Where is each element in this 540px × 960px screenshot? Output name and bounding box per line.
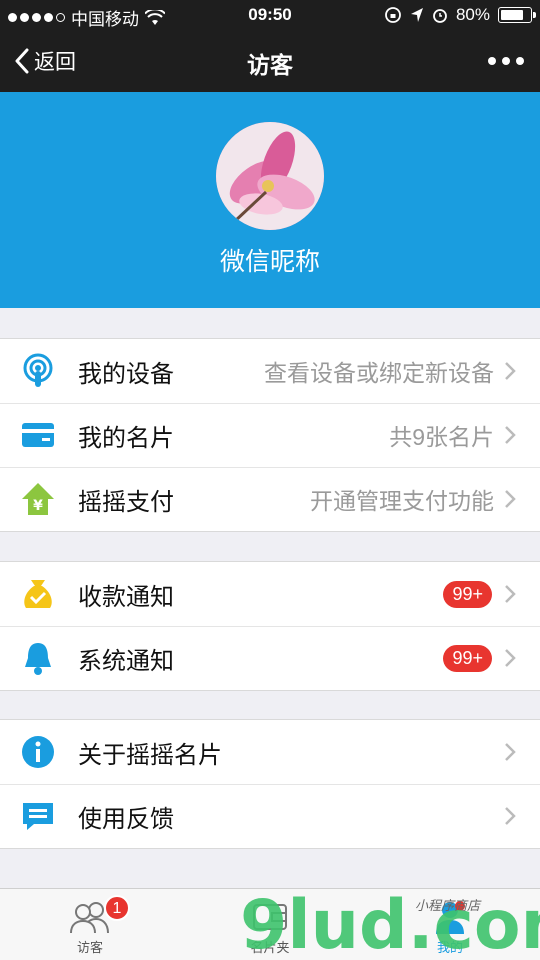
flower-avatar-image — [216, 122, 324, 230]
count-badge: 99+ — [443, 580, 492, 608]
nav-bar: 返回 访客 — [0, 30, 540, 92]
status-bar: 中国移动 09:50 80% — [0, 0, 540, 30]
settings-group-3: 关于摇摇名片 使用反馈 — [0, 719, 540, 849]
tab-me[interactable]: 我的 — [360, 889, 540, 960]
pay-house-icon: ¥ — [20, 481, 56, 517]
rotation-lock-icon — [385, 7, 401, 23]
tab-label: 访客 — [76, 940, 103, 955]
tab-label: 我的 — [436, 940, 463, 955]
card-icon — [20, 417, 56, 453]
more-dot-icon — [502, 57, 510, 65]
bell-icon — [20, 640, 56, 676]
count-badge: 99+ — [443, 644, 492, 672]
chevron-right-icon — [504, 648, 518, 668]
list-item-label: 我的名片 — [78, 424, 174, 452]
list-item-system-notice[interactable]: 系统通知 99+ — [0, 626, 540, 690]
chevron-right-icon — [504, 806, 518, 826]
me-icon — [436, 901, 465, 934]
chevron-right-icon — [504, 489, 518, 509]
list-item-label: 我的设备 — [78, 360, 174, 388]
chevron-right-icon — [504, 584, 518, 604]
chevron-right-icon — [504, 361, 518, 381]
tab-label: 名片夹 — [250, 940, 290, 955]
feedback-icon — [20, 798, 56, 834]
tab-cardholder[interactable]: 名片夹 — [180, 889, 360, 960]
list-item-label: 收款通知 — [78, 583, 174, 611]
more-button[interactable] — [488, 57, 524, 65]
moneybag-icon — [20, 576, 56, 612]
cardholder-icon — [253, 904, 287, 930]
svg-text:¥: ¥ — [33, 498, 43, 514]
list-item-label: 摇摇支付 — [78, 488, 174, 516]
profile-header: 微信昵称 — [0, 92, 540, 308]
nickname: 微信昵称 — [219, 248, 320, 276]
list-item-label: 系统通知 — [78, 647, 174, 675]
list-item-about[interactable]: 关于摇摇名片 — [0, 720, 540, 784]
chevron-right-icon — [504, 425, 518, 445]
chevron-right-icon — [504, 742, 518, 762]
beacon-icon — [20, 353, 56, 389]
list-item-shake-pay[interactable]: ¥ 摇摇支付 开通管理支付功能 — [0, 467, 540, 531]
more-dot-icon — [516, 57, 524, 65]
tab-bar: 1 访客 名片夹 我的 — [0, 888, 540, 960]
list-item-value: 共9张名片 — [389, 424, 494, 450]
tab-visitors[interactable]: 1 访客 — [0, 889, 180, 960]
status-right: 80% — [384, 5, 536, 25]
list-item-label: 使用反馈 — [78, 805, 174, 833]
list-item-value: 开通管理支付功能 — [310, 488, 494, 514]
tab-badge: 1 — [104, 895, 130, 921]
info-icon — [20, 734, 56, 770]
alarm-icon — [433, 9, 447, 23]
settings-group-1: 我的设备 查看设备或绑定新设备 我的名片 共9张名片 ¥ 摇摇支付 开通管理支付… — [0, 338, 540, 532]
avatar[interactable] — [216, 122, 324, 230]
battery-icon — [498, 7, 536, 23]
list-item-feedback[interactable]: 使用反馈 — [0, 784, 540, 848]
settings-group-2: 收款通知 99+ 系统通知 99+ — [0, 561, 540, 691]
list-item-payment-notice[interactable]: 收款通知 99+ — [0, 562, 540, 626]
page-title: 访客 — [247, 52, 293, 78]
battery-percent: 80% — [455, 5, 490, 24]
list-item-my-cards[interactable]: 我的名片 共9张名片 — [0, 403, 540, 467]
list-item-my-devices[interactable]: 我的设备 查看设备或绑定新设备 — [0, 339, 540, 403]
list-item-label: 关于摇摇名片 — [78, 741, 222, 769]
location-icon — [410, 8, 423, 22]
list-item-value: 查看设备或绑定新设备 — [264, 360, 494, 386]
more-dot-icon — [488, 57, 496, 65]
